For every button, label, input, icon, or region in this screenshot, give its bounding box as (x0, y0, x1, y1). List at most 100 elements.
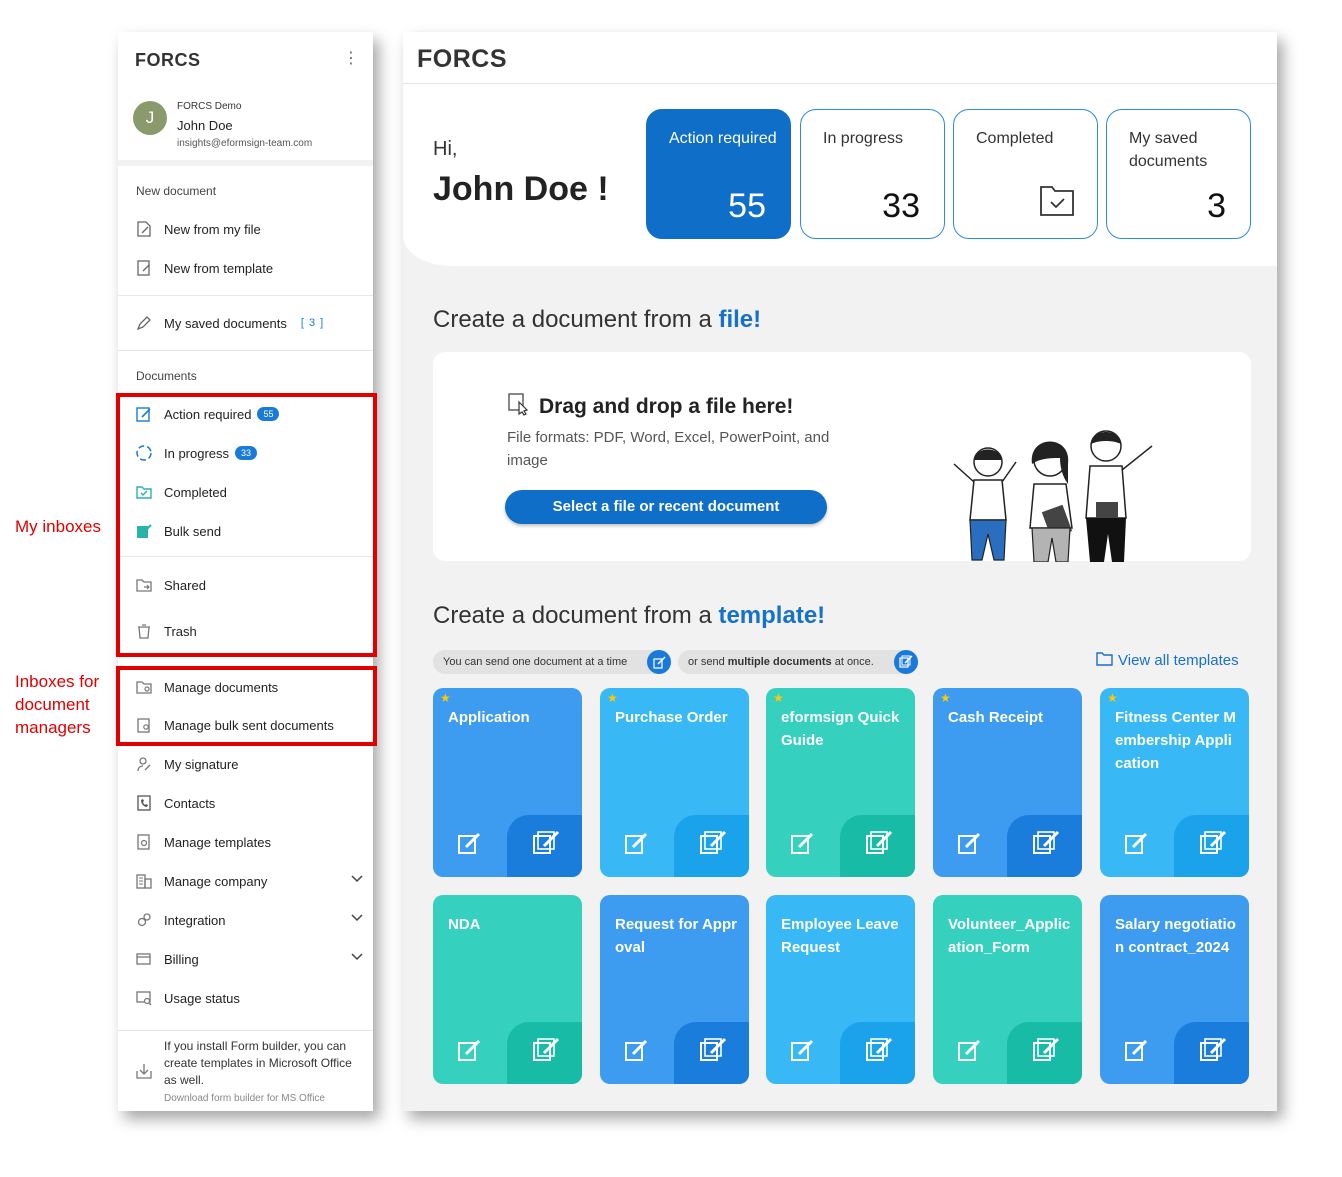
edit-multiple-icon[interactable] (1032, 828, 1062, 861)
template-title: Application (448, 709, 530, 726)
stat-label: My saved documents (1129, 130, 1208, 170)
signature-icon (134, 754, 154, 774)
sidebar-item-manage-templates[interactable]: Manage templates (134, 830, 364, 854)
template-card[interactable]: Request for Approval (600, 895, 749, 1084)
edit-single-icon[interactable] (957, 1037, 983, 1068)
sidebar-item-label: Usage status (164, 990, 240, 1006)
edit-single-icon[interactable] (1124, 1037, 1150, 1068)
edit-single-icon[interactable] (457, 1037, 483, 1068)
template-card[interactable]: ★ Fitness Center Membership Application (1100, 688, 1249, 877)
edit-multiple-icon[interactable] (865, 1035, 895, 1068)
sidebar-item-contacts[interactable]: Contacts (134, 791, 364, 815)
gears-icon (134, 910, 154, 930)
folder-icon (1096, 651, 1113, 670)
sidebar-item-my-saved-documents[interactable]: My saved documents [ 3 ] (134, 311, 364, 335)
annotation-box-my-inboxes (116, 393, 377, 657)
sidebar-item-label: My saved documents (164, 315, 287, 331)
edit-single-icon[interactable] (624, 830, 650, 861)
divider (118, 350, 373, 351)
edit-multiple-icon[interactable] (1199, 1035, 1229, 1068)
sidebar-item-manage-company[interactable]: Manage company (134, 869, 364, 893)
edit-single-icon[interactable] (790, 830, 816, 861)
profile-block: J FORCS Demo John Doe insights@eformsign… (118, 92, 373, 166)
download-icon (134, 1061, 154, 1086)
template-title: Fitness Center Membership Application (1115, 709, 1236, 772)
favorite-star-icon[interactable]: ★ (607, 691, 618, 705)
favorite-star-icon[interactable]: ★ (440, 691, 451, 705)
annotation-box-managers (116, 666, 377, 746)
sidebar-item-usage-status[interactable]: Usage status (134, 986, 364, 1010)
edit-multiple-icon[interactable] (699, 1035, 729, 1068)
send-one-chip: You can send one document at a time (433, 650, 671, 674)
template-title: Employee Leave Request (781, 916, 899, 956)
sidebar-item-label: New from my file (164, 221, 261, 237)
template-edit-icon (134, 258, 154, 278)
sidebar-item-new-from-template[interactable]: New from template (134, 256, 364, 280)
template-card[interactable]: ★ Cash Receipt (933, 688, 1082, 877)
greeting-panel: Hi, John Doe ! Action required 55 In pro… (403, 84, 1277, 266)
main-content: FORCS Hi, John Doe ! Action required 55 … (403, 32, 1277, 1111)
favorite-star-icon[interactable]: ★ (1107, 691, 1118, 705)
sidebar-item-new-from-file[interactable]: New from my file (134, 217, 364, 241)
main-logo[interactable]: FORCS (417, 45, 507, 74)
stat-value: 33 (882, 187, 920, 225)
stat-value: 3 (1207, 187, 1226, 225)
sidebar-item-my-signature[interactable]: My signature (134, 752, 364, 776)
profile-email: insights@eformsign-team.com (177, 138, 313, 149)
template-card[interactable]: Salary negotiation contract_2024 (1100, 895, 1249, 1084)
top-bar: FORCS (403, 32, 1277, 84)
sidebar-item-label: Manage templates (164, 834, 271, 850)
stat-card-my-saved[interactable]: My saved documents 3 (1106, 109, 1251, 239)
sidebar-item-integration[interactable]: Integration (134, 908, 364, 932)
greeting-name: John Doe ! (433, 170, 609, 208)
favorite-star-icon[interactable]: ★ (940, 691, 951, 705)
sidebar-logo[interactable]: FORCS (135, 50, 201, 71)
template-card[interactable]: NDA (433, 895, 582, 1084)
template-card[interactable]: ★ eformsign Quick Guide (766, 688, 915, 877)
edit-single-icon[interactable] (1124, 830, 1150, 861)
section-title-new-document: New document (136, 184, 217, 198)
stat-label: Action required (669, 130, 777, 147)
template-card[interactable]: ★ Purchase Order (600, 688, 749, 877)
edit-multiple-icon[interactable] (532, 1035, 562, 1068)
edit-multiple-icon[interactable] (865, 828, 895, 861)
people-illustration (953, 430, 1153, 562)
template-card[interactable]: Volunteer_Application_Form (933, 895, 1082, 1084)
template-card[interactable]: Employee Leave Request (766, 895, 915, 1084)
multi-edit-icon[interactable] (894, 650, 918, 674)
sidebar-item-billing[interactable]: Billing (134, 947, 364, 971)
template-title: NDA (448, 916, 481, 933)
edit-single-icon[interactable] (624, 1037, 650, 1068)
avatar[interactable]: J (133, 101, 167, 135)
saved-count: [ 3 ] (300, 317, 325, 329)
drop-title: Drag and drop a file here! (507, 392, 793, 422)
file-drop-zone[interactable]: Drag and drop a file here! File formats:… (433, 352, 1251, 562)
favorite-star-icon[interactable]: ★ (773, 691, 784, 705)
sidebar-item-label: My signature (164, 756, 239, 772)
chevron-down-icon[interactable] (350, 911, 364, 928)
kebab-menu-icon[interactable]: ⋮ (343, 48, 359, 68)
template-title: Cash Receipt (948, 709, 1044, 726)
edit-single-icon[interactable] (790, 1037, 816, 1068)
chevron-down-icon[interactable] (350, 950, 364, 967)
stat-card-action-required[interactable]: Action required 55 (646, 109, 791, 239)
edit-single-icon[interactable] (457, 830, 483, 861)
chevron-down-icon[interactable] (350, 872, 364, 889)
single-edit-icon[interactable] (647, 650, 671, 674)
download-form-builder-link[interactable]: Download form builder for MS Office (164, 1093, 325, 1104)
edit-multiple-icon[interactable] (1199, 828, 1229, 861)
edit-multiple-icon[interactable] (1032, 1035, 1062, 1068)
template-settings-icon (134, 832, 154, 852)
select-file-button[interactable]: Select a file or recent document (505, 490, 827, 524)
view-all-templates-link[interactable]: View all templates (1096, 651, 1239, 670)
stat-card-in-progress[interactable]: In progress 33 (800, 109, 945, 239)
template-heading-emphasis: template! (718, 602, 826, 629)
file-section-heading: Create a document from a file! (433, 306, 762, 333)
edit-multiple-icon[interactable] (699, 828, 729, 861)
greeting-hi: Hi, (433, 138, 458, 160)
template-card[interactable]: ★ Application (433, 688, 582, 877)
edit-single-icon[interactable] (957, 830, 983, 861)
folder-check-icon (1039, 183, 1075, 222)
edit-multiple-icon[interactable] (532, 828, 562, 861)
stat-card-completed[interactable]: Completed (953, 109, 1098, 239)
